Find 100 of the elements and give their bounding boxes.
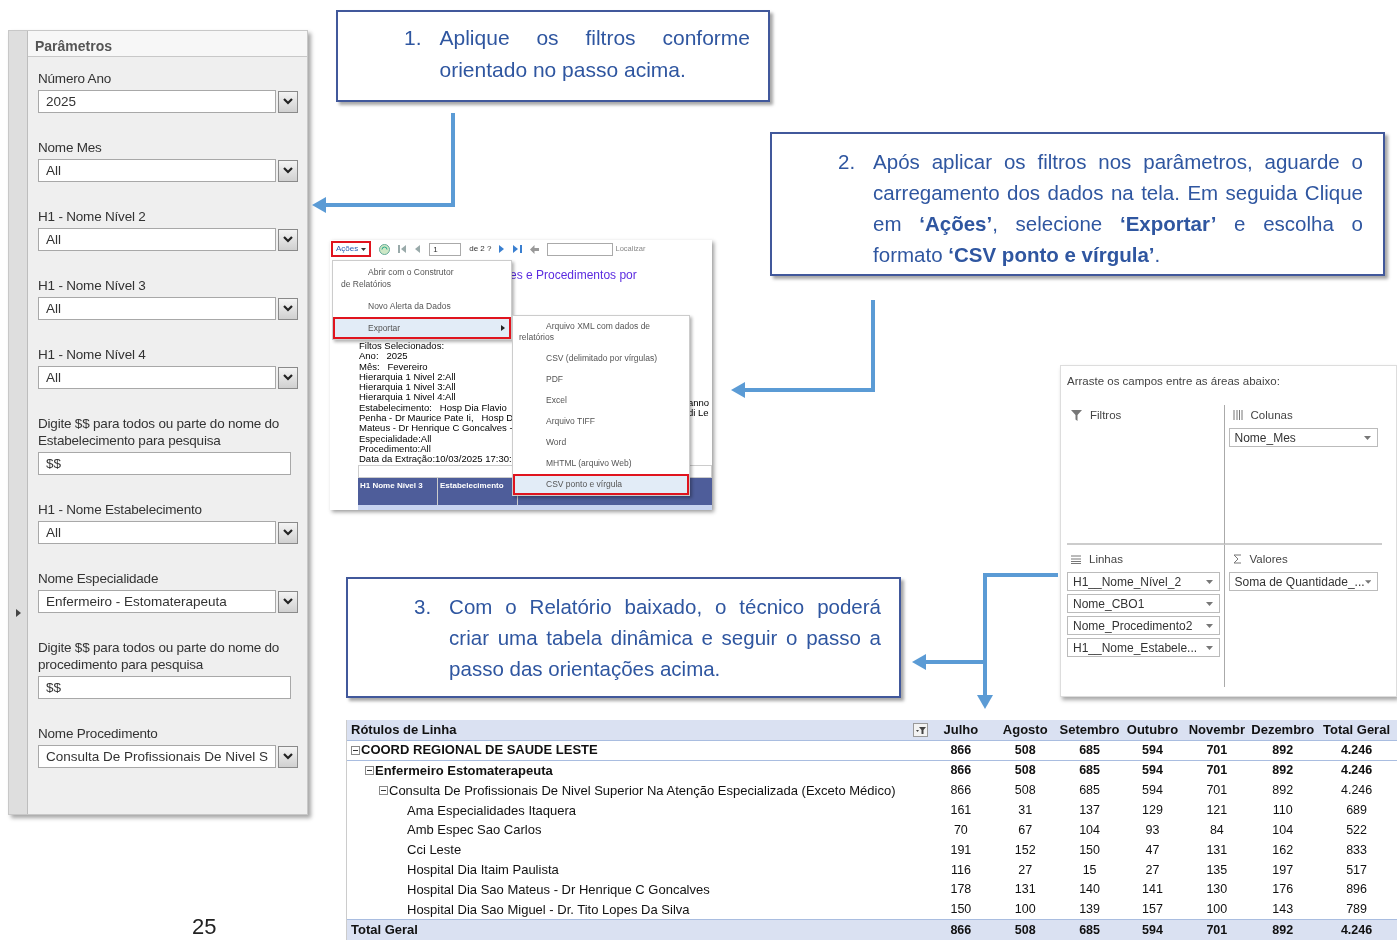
value-cell-text: 70 bbox=[952, 821, 969, 839]
row-label: Ama Especialidades Itaquera bbox=[407, 801, 577, 820]
select-field[interactable]: All bbox=[38, 521, 276, 544]
dropdown-button[interactable] bbox=[278, 228, 298, 251]
chevron-down-icon bbox=[283, 529, 293, 536]
value-cell-text: 129 bbox=[1141, 802, 1164, 819]
total-cell-text: 701 bbox=[1205, 921, 1229, 939]
field-label: H1 - Nome Nível 2 bbox=[38, 208, 147, 225]
value-cell-text: 157 bbox=[1141, 901, 1164, 919]
sigma-icon bbox=[1232, 554, 1242, 565]
value-cell-text: 84 bbox=[1208, 821, 1225, 839]
value-cell-text: 176 bbox=[1271, 881, 1295, 899]
report-filter-line: Hierarquia 1 Nivel 4:All bbox=[359, 392, 457, 403]
export-format-item[interactable]: MHTML (arquivo Web) bbox=[513, 453, 689, 474]
select-field[interactable]: All bbox=[38, 297, 276, 320]
area-label: Linhas bbox=[1089, 551, 1123, 567]
area-label: Valores bbox=[1249, 551, 1288, 567]
field-chip[interactable]: Nome_Mes bbox=[1228, 428, 1378, 448]
filter-dropdown-icon[interactable] bbox=[912, 722, 928, 737]
total-label: Total Geral bbox=[350, 921, 419, 940]
value-cell-text: 701 bbox=[1205, 741, 1229, 759]
dropdown-button[interactable] bbox=[278, 590, 298, 613]
value-cell-text: 152 bbox=[1013, 841, 1037, 859]
select-field[interactable]: Consulta De Profissionais De Nivel S bbox=[38, 745, 276, 768]
chevron-down-icon bbox=[283, 598, 293, 605]
dropdown-button[interactable] bbox=[278, 90, 298, 113]
value-cell-text: 892 bbox=[1271, 762, 1295, 780]
back-icon[interactable] bbox=[530, 244, 540, 254]
collapse-icon[interactable] bbox=[379, 786, 388, 796]
next-page-icon[interactable] bbox=[499, 245, 506, 253]
value-cell-text: 866 bbox=[949, 741, 973, 759]
page-number: 25 bbox=[192, 913, 217, 940]
field-chip[interactable]: H1__Nome_Estabele... bbox=[1067, 638, 1220, 658]
value-cell-text: 896 bbox=[1345, 881, 1368, 899]
value-cell-text: 150 bbox=[949, 901, 973, 919]
page-number-field[interactable]: 1 bbox=[429, 242, 462, 256]
export-format-item[interactable]: Arquivo XML com dados de relatórios bbox=[513, 316, 689, 348]
value-cell-text: 594 bbox=[1141, 741, 1164, 759]
dropdown-button[interactable] bbox=[278, 159, 298, 182]
last-page-icon[interactable] bbox=[513, 245, 523, 253]
input-field[interactable]: $$ bbox=[38, 676, 291, 699]
value-cell-text: 866 bbox=[949, 762, 973, 780]
chevron-down-icon bbox=[283, 236, 293, 243]
value-cell-text: 701 bbox=[1205, 762, 1229, 780]
value-cell-text: 131 bbox=[1205, 841, 1229, 859]
select-field[interactable]: 2025 bbox=[38, 90, 276, 113]
field-chip[interactable]: Nome_Procedimento2 bbox=[1067, 616, 1220, 636]
dropdown-button[interactable] bbox=[278, 297, 298, 320]
select-field[interactable]: All bbox=[38, 366, 276, 389]
actions-menu-button[interactable]: Ações bbox=[331, 241, 372, 257]
column-header: Total Geral bbox=[1322, 721, 1392, 739]
collapse-icon[interactable] bbox=[365, 766, 374, 776]
chevron-down-icon bbox=[283, 753, 293, 760]
field-label: Digite $$ para todos ou parte do nome do Estabelecimento para pesquisa bbox=[38, 415, 281, 449]
field-chip[interactable]: Nome_CBO1 bbox=[1067, 594, 1220, 614]
dropdown-button[interactable] bbox=[278, 521, 298, 544]
instruction-text: Arraste os campos entre as áreas abaixo: bbox=[1067, 374, 1281, 389]
dropdown-button[interactable] bbox=[278, 366, 298, 389]
value-cell-text: 508 bbox=[1013, 741, 1037, 759]
export-format-item[interactable]: PDF bbox=[513, 369, 689, 390]
export-format-item[interactable]: Excel bbox=[513, 390, 689, 411]
value-cell-text: 789 bbox=[1345, 901, 1368, 919]
column-header: Novembr bbox=[1187, 721, 1246, 739]
input-field[interactable]: $$ bbox=[38, 452, 291, 475]
value-cell-text: 131 bbox=[1013, 881, 1037, 899]
value-cell-text: 100 bbox=[1013, 901, 1037, 919]
chevron-down-icon bbox=[283, 305, 293, 312]
export-format-item[interactable]: Arquivo TIFF bbox=[513, 411, 689, 432]
export-format-item[interactable]: CSV ponto e vírgula bbox=[513, 474, 689, 495]
value-cell-text: 135 bbox=[1205, 861, 1229, 879]
value-cell-text: 27 bbox=[1144, 861, 1161, 879]
find-field[interactable] bbox=[547, 242, 614, 256]
value-cell-text: 517 bbox=[1345, 861, 1368, 879]
menu-item[interactable]: Exportar bbox=[333, 317, 511, 339]
report-filter-line: Data da Extração:10/03/2025 17:30: bbox=[359, 454, 513, 465]
total-cell-text: 892 bbox=[1271, 921, 1295, 939]
select-field[interactable]: All bbox=[38, 228, 276, 251]
collapse-icon[interactable] bbox=[351, 745, 360, 755]
value-cell-text: 31 bbox=[1017, 802, 1034, 819]
value-cell-text: 162 bbox=[1271, 841, 1295, 859]
field-label: Nome Mes bbox=[38, 139, 103, 156]
value-cell-text: 100 bbox=[1205, 901, 1229, 919]
value-cell-text: 685 bbox=[1078, 762, 1101, 780]
export-format-item[interactable]: CSV (delimitado por vírgulas) bbox=[513, 348, 689, 369]
menu-item[interactable]: Novo Alerta da Dados bbox=[333, 295, 511, 317]
caret-icon bbox=[1364, 579, 1371, 584]
total-cell-text: 508 bbox=[1013, 921, 1037, 939]
filter-icon bbox=[1071, 409, 1082, 421]
refresh-icon[interactable] bbox=[379, 243, 391, 255]
export-format-item[interactable]: Word bbox=[513, 432, 689, 453]
select-field[interactable]: All bbox=[38, 159, 276, 182]
field-chip[interactable]: Soma de Quantidade_... bbox=[1228, 572, 1378, 592]
field-label: Nome Especialidade bbox=[38, 570, 160, 587]
dropdown-button[interactable] bbox=[278, 745, 298, 768]
chevron-down-icon bbox=[283, 98, 293, 105]
report-filter-line: Estabelecimento: Hosp Dia Flavio bbox=[359, 402, 508, 414]
menu-item[interactable]: Abrir com o Construtor de Relatórios bbox=[333, 261, 511, 295]
field-chip[interactable]: H1__Nome_Nível_2 bbox=[1067, 572, 1220, 592]
select-field[interactable]: Enfermeiro - Estomaterapeuta bbox=[38, 590, 276, 613]
step-number: 1. bbox=[404, 25, 422, 51]
